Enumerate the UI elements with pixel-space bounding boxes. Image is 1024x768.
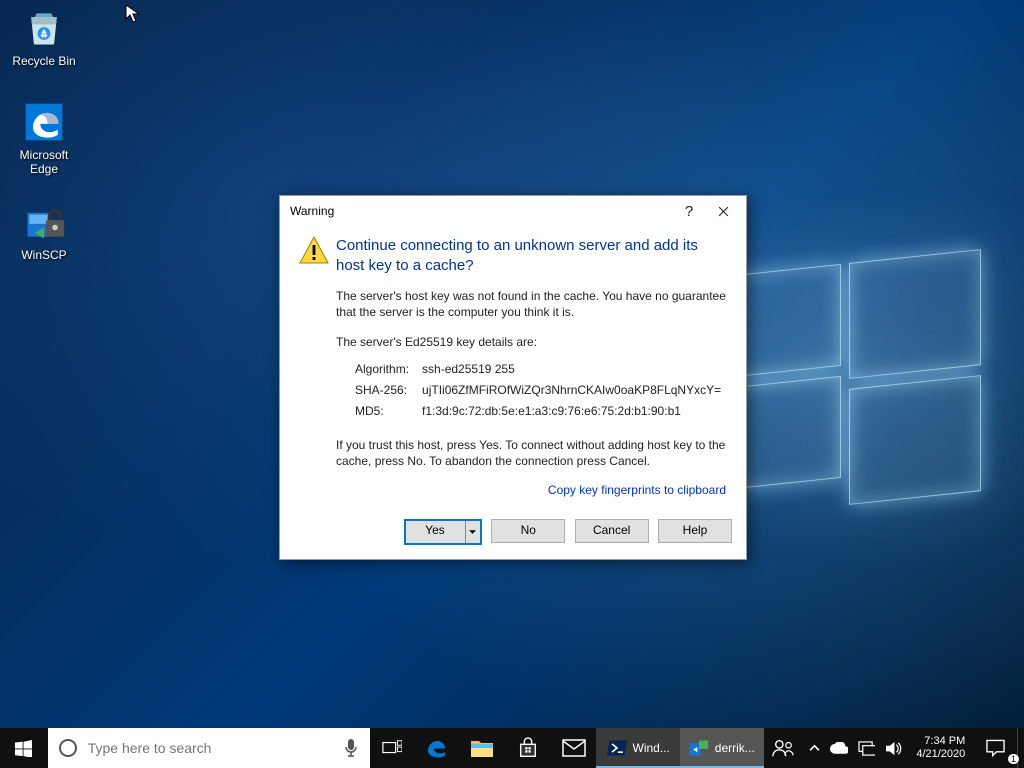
close-button[interactable]: [706, 200, 740, 222]
mail-icon: [562, 739, 586, 757]
taskbar-clock[interactable]: 7:34 PM 4/21/2020: [908, 728, 973, 768]
people-icon: [772, 738, 794, 758]
clock-date: 4/21/2020: [916, 748, 965, 761]
cursor-icon: [125, 4, 141, 24]
desktop-icon-edge[interactable]: Microsoft Edge: [6, 100, 82, 176]
chevron-down-icon: [469, 530, 476, 534]
winscp-icon: [689, 739, 709, 757]
warning-icon: [298, 234, 330, 266]
dialog-text: If you trust this host, press Yes. To co…: [336, 437, 726, 469]
taskbar-pinned-edge[interactable]: [413, 728, 459, 768]
desktop-icon-recycle-bin[interactable]: Recycle Bin: [6, 6, 82, 68]
edge-icon: [22, 100, 66, 144]
taskbar-pinned-mail[interactable]: [551, 728, 597, 768]
volume-icon[interactable]: [885, 741, 902, 756]
people-button[interactable]: [764, 728, 804, 768]
mic-icon[interactable]: [344, 738, 358, 758]
desktop-icon-label: Recycle Bin: [6, 54, 82, 68]
network-icon[interactable]: [858, 741, 875, 756]
dialog-titlebar[interactable]: Warning ?: [280, 196, 746, 226]
help-button[interactable]: ?: [672, 200, 706, 222]
task-label: Wind...: [633, 741, 670, 755]
help-button[interactable]: Help: [658, 519, 732, 543]
show-desktop-button[interactable]: [1017, 728, 1024, 768]
dialog-buttons: Yes No Cancel Help: [280, 509, 746, 559]
task-label: derrik...: [715, 741, 755, 755]
taskbar: Wind... derrik... 7:34 PM 4/21/2020 1: [0, 728, 1024, 768]
dialog-text: The server's host key was not found in t…: [336, 288, 726, 320]
clock-time: 7:34 PM: [916, 735, 965, 748]
chevron-up-icon[interactable]: [809, 744, 820, 752]
windows-logo-wallpaper: [724, 250, 984, 510]
search-input[interactable]: [86, 729, 338, 767]
desktop-icon-label: WinSCP: [6, 248, 82, 262]
system-tray[interactable]: [803, 728, 908, 768]
action-center-button[interactable]: 1: [973, 728, 1017, 768]
taskbar-running-winscp[interactable]: derrik...: [680, 728, 764, 768]
task-view-button[interactable]: [370, 728, 414, 768]
yes-dropdown[interactable]: [465, 521, 480, 543]
no-button[interactable]: No: [491, 519, 565, 543]
question-icon: ?: [685, 203, 693, 220]
taskbar-pinned-store[interactable]: [505, 728, 551, 768]
copy-fingerprints-link[interactable]: Copy key fingerprints to clipboard: [336, 483, 726, 497]
taskbar-running-powershell[interactable]: Wind...: [596, 728, 680, 768]
desktop[interactable]: Recycle Bin Microsoft Edge WinSCP Warnin…: [0, 0, 1024, 728]
dialog-heading: Continue connecting to an unknown server…: [336, 236, 726, 276]
onedrive-icon[interactable]: [830, 742, 848, 754]
powershell-icon: [607, 740, 627, 756]
desktop-icon-winscp[interactable]: WinSCP: [6, 200, 82, 262]
dialog-title: Warning: [290, 204, 334, 218]
cancel-button[interactable]: Cancel: [575, 519, 649, 543]
notification-badge: 1: [1008, 754, 1019, 764]
taskbar-pinned-explorer[interactable]: [459, 728, 505, 768]
key-details: Algorithm:ssh-ed25519 255 SHA-256:ujTIi0…: [352, 358, 724, 423]
warning-dialog: Warning ? Continue connecting to an unkn…: [279, 195, 747, 560]
file-explorer-icon: [470, 737, 494, 759]
task-view-icon: [382, 740, 402, 756]
search-box[interactable]: [48, 728, 370, 768]
edge-icon: [424, 736, 448, 760]
cortana-icon: [58, 738, 78, 758]
windows-icon: [15, 740, 32, 757]
yes-button[interactable]: Yes: [404, 519, 482, 545]
notifications-icon: [986, 739, 1005, 757]
start-button[interactable]: [0, 728, 48, 768]
recycle-bin-icon: [22, 6, 66, 50]
dialog-text: The server's Ed25519 key details are:: [336, 334, 726, 350]
desktop-icon-label: Microsoft Edge: [6, 148, 82, 176]
winscp-icon: [22, 200, 66, 244]
close-icon: [718, 206, 729, 217]
store-icon: [517, 737, 539, 759]
